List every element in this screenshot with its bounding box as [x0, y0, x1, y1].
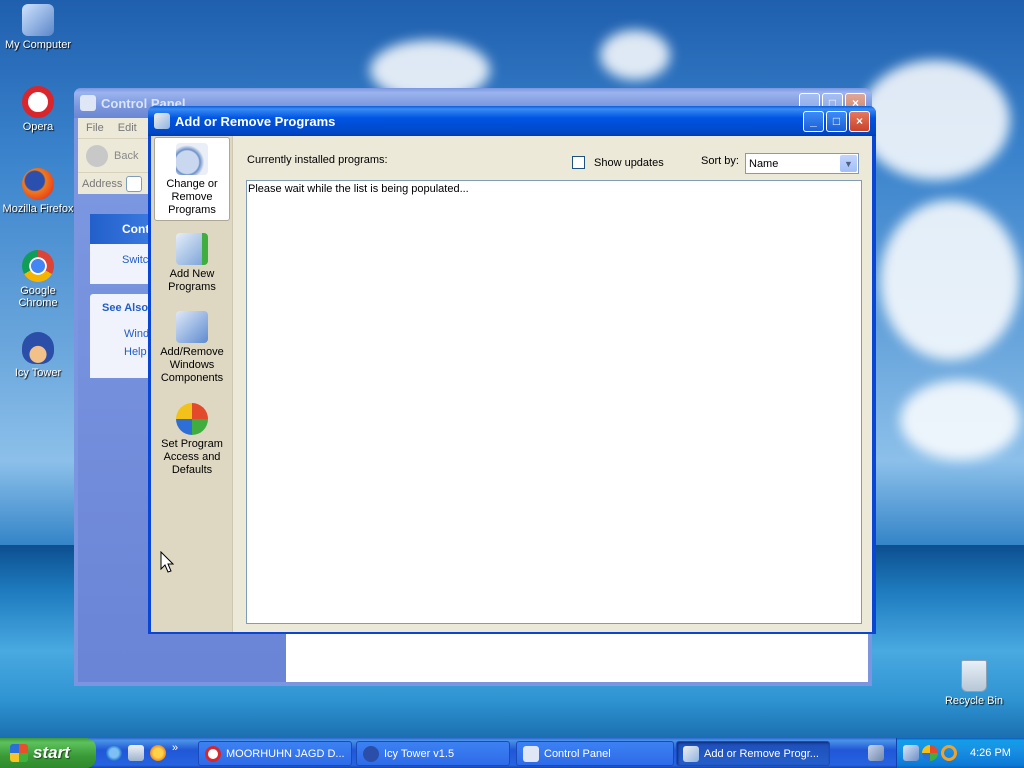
add-remove-programs-icon [154, 113, 170, 129]
list-status-text: Please wait while the list is being popu… [248, 183, 469, 195]
desktop-icon-label: Recycle Bin [944, 695, 1004, 707]
back-arrow-icon[interactable] [86, 144, 108, 167]
close-button[interactable]: × [849, 110, 870, 132]
menu-edit[interactable]: Edit [118, 122, 137, 134]
task-control-panel[interactable]: Control Panel [516, 741, 674, 766]
start-label: start [33, 743, 70, 762]
quick-launch: » [106, 742, 178, 761]
windows-update-link[interactable]: Windo [90, 314, 155, 340]
see-also-box: See Also Windo Help [90, 294, 155, 378]
recycle-bin-icon [961, 660, 987, 692]
task-label: MOORHUHN JAGD D... [226, 747, 345, 760]
task-add-remove-programs[interactable]: Add or Remove Progr... [676, 741, 830, 766]
control-panel-heading: Cont [90, 214, 150, 244]
sidebar-label: Add/Remove Windows Components [160, 346, 224, 384]
my-computer-icon [22, 4, 54, 36]
control-panel-heading-text: Cont [122, 222, 150, 236]
show-updates-label: Show updates [594, 156, 664, 169]
desktop-icon-recycle-bin[interactable]: Recycle Bin [936, 660, 1012, 707]
task-icy-tower[interactable]: Icy Tower v1.5 [356, 741, 510, 766]
media-player-icon[interactable] [150, 745, 166, 761]
control-panel-content [286, 634, 868, 682]
desktop-icon-label: Opera [22, 121, 54, 133]
installed-programs-label: Currently installed programs: [247, 154, 388, 166]
desktop-icon-label: My Computer [4, 39, 72, 51]
chrome-icon [22, 250, 54, 282]
opera-icon [22, 86, 54, 118]
sort-by-select[interactable]: Name ▼ [745, 153, 859, 174]
maximize-button[interactable]: □ [826, 110, 847, 132]
network-icon[interactable] [903, 745, 919, 761]
program-access-icon [176, 403, 208, 435]
add-remove-programs-icon [683, 745, 699, 762]
cloud [860, 60, 1010, 180]
add-new-programs-button[interactable]: Add New Programs [154, 228, 230, 298]
minimize-button[interactable]: _ [803, 110, 824, 132]
icy-tower-icon [363, 745, 379, 762]
change-remove-programs-icon [176, 143, 208, 175]
sidebar-label: Set Program Access and Defaults [161, 438, 223, 476]
cloud [600, 30, 670, 80]
sort-by-label: Sort by: [701, 155, 739, 167]
installed-programs-list[interactable]: Please wait while the list is being popu… [246, 180, 862, 624]
show-updates-checkbox[interactable] [572, 156, 585, 169]
show-updates-checkbox-row[interactable]: Show updates [572, 156, 664, 169]
change-remove-programs-button[interactable]: Change or Remove Programs [154, 137, 230, 221]
set-program-access-button[interactable]: Set Program Access and Defaults [154, 398, 230, 482]
cloud [880, 200, 1020, 360]
search-icon[interactable] [941, 745, 957, 761]
help-link[interactable]: Help [90, 340, 150, 358]
address-label: Address [82, 177, 123, 190]
task-label: Control Panel [544, 747, 611, 760]
system-tray: 4:26 PM [896, 738, 1024, 768]
add-remove-programs-window[interactable]: Add or Remove Programs _ □ × Change or R… [148, 106, 876, 634]
windows-components-icon [176, 311, 208, 343]
chevron-down-icon[interactable]: ▼ [840, 155, 857, 172]
desktop-icon-label: Mozilla Firefox [2, 203, 74, 215]
task-label: Icy Tower v1.5 [384, 747, 455, 760]
desktop-icon-opera[interactable]: Opera [0, 86, 76, 133]
control-panel-icon [80, 95, 96, 111]
add-new-programs-icon [176, 233, 208, 265]
language-bar-icon[interactable] [868, 745, 884, 761]
security-center-icon[interactable] [922, 745, 938, 761]
desktop-icon-firefox[interactable]: Mozilla Firefox [0, 168, 76, 215]
show-desktop-icon[interactable] [128, 745, 144, 761]
cloud [900, 380, 1020, 460]
quick-launch-more[interactable]: » [172, 742, 178, 761]
desktop-icon-label: Google Chrome [18, 285, 58, 309]
sort-by-value: Name [749, 157, 779, 170]
internet-explorer-icon[interactable] [106, 745, 122, 761]
arp-body: Change or Remove Programs Add New Progra… [151, 136, 872, 632]
arp-titlebar[interactable]: Add or Remove Programs _ □ × [148, 106, 876, 136]
windows-logo-icon [10, 744, 28, 762]
sidebar-label: Add New Programs [168, 268, 216, 293]
task-label: Add or Remove Progr... [704, 747, 819, 760]
add-remove-windows-components-button[interactable]: Add/Remove Windows Components [154, 306, 230, 390]
address-field[interactable] [126, 175, 143, 192]
switch-view-link[interactable]: Switc [90, 244, 150, 266]
task-moorhuhn[interactable]: MOORHUHN JAGD D... [198, 741, 352, 766]
desktop-icon-my-computer[interactable]: My Computer [0, 4, 76, 51]
control-panel-box: Cont Switc [90, 214, 150, 284]
see-also-heading: See Also [102, 302, 149, 314]
menu-file[interactable]: File [86, 122, 104, 134]
opera-icon [205, 745, 221, 762]
clock[interactable]: 4:26 PM [970, 747, 1011, 759]
taskbar: start » MOORHUHN JAGD D... Icy Tower v1.… [0, 738, 1024, 768]
control-panel-icon [523, 745, 539, 762]
mouse-cursor-icon [160, 551, 174, 573]
window-title: Add or Remove Programs [175, 113, 336, 129]
icy-tower-icon [22, 332, 54, 364]
sidebar-label: Change or Remove Programs [166, 178, 218, 216]
desktop-icon-chrome[interactable]: Google Chrome [0, 250, 76, 309]
firefox-icon [22, 168, 54, 200]
start-button[interactable]: start [0, 738, 96, 768]
back-button[interactable]: Back [114, 150, 138, 162]
desktop-icon-label: Icy Tower [14, 367, 62, 379]
desktop-icon-icy-tower[interactable]: Icy Tower [0, 332, 76, 379]
